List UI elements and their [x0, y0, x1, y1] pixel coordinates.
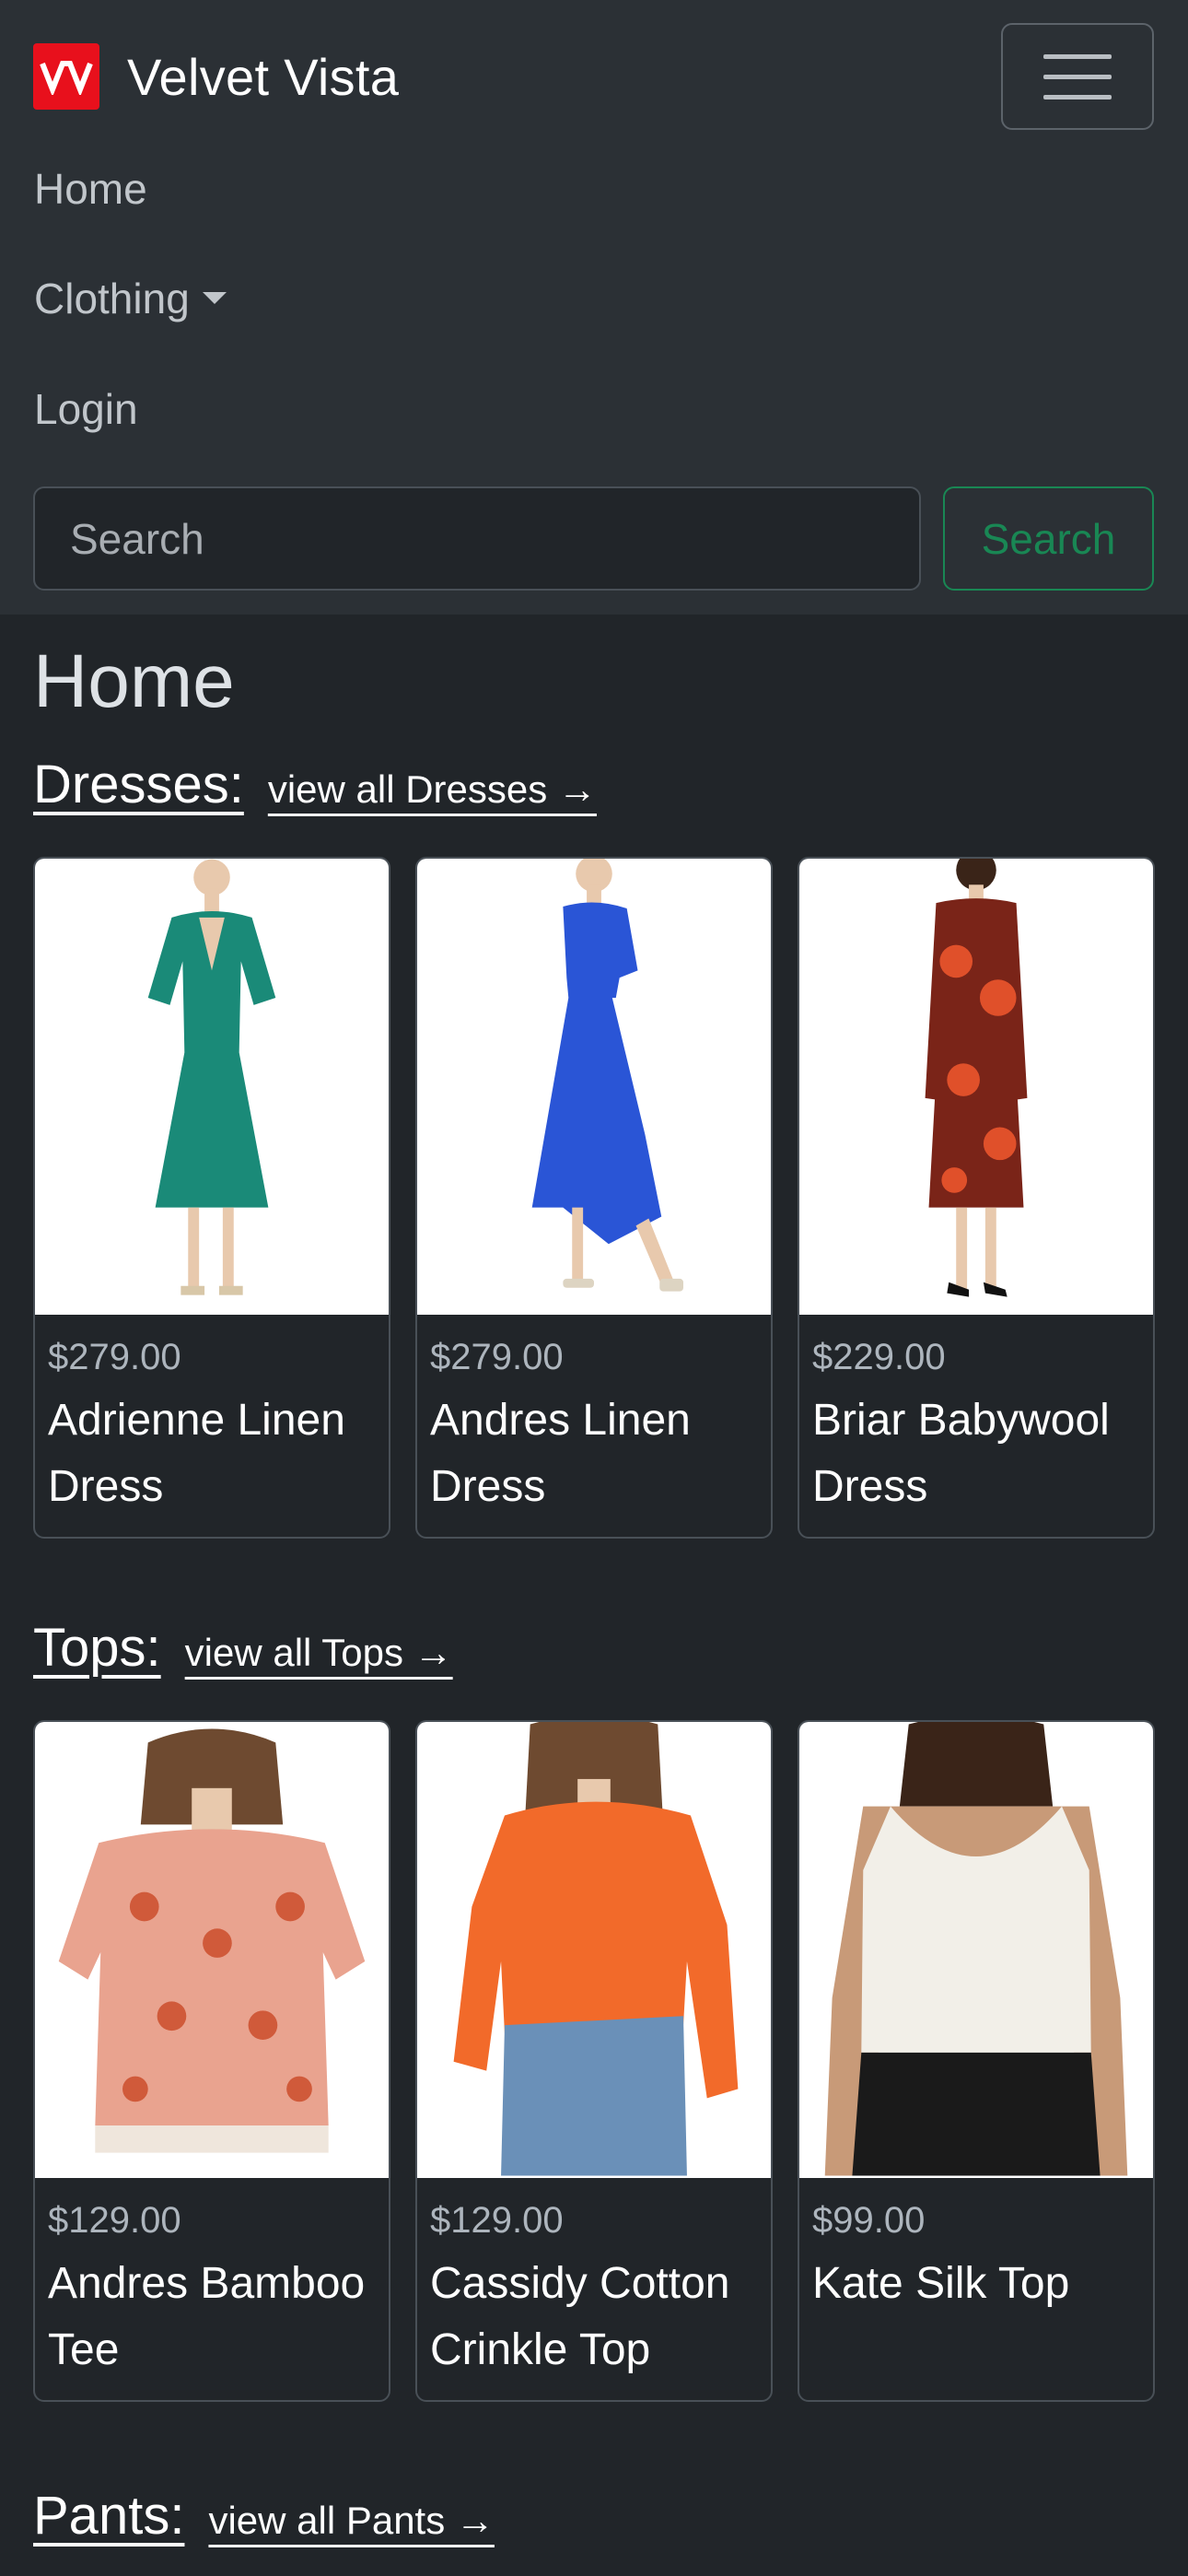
product-name: Briar Babywool Dress	[812, 1396, 1110, 1511]
product-card[interactable]: $279.00 Andres Linen Dress	[415, 857, 773, 1539]
product-price: $279.00	[430, 1337, 564, 1377]
product-name: Cassidy Cotton Crinkle Top	[430, 2259, 730, 2374]
nav-link-home[interactable]: Home	[34, 164, 147, 214]
section-title: Pants:	[33, 2486, 185, 2546]
caret-down-icon	[202, 292, 227, 305]
nav-link-login[interactable]: Login	[34, 384, 138, 434]
product-name: Adrienne Linen Dress	[48, 1396, 345, 1511]
brand[interactable]: Velvet Vista	[33, 43, 399, 110]
page-title: Home	[33, 639, 235, 723]
section-heading-dresses: Dresses: view all Dresses →	[33, 754, 597, 815]
product-card[interactable]: $129.00 Andres Bamboo Tee	[33, 1720, 390, 2402]
navbar-toggler-menu-icon[interactable]	[1001, 23, 1154, 130]
brand-logo-icon	[33, 43, 99, 110]
view-all-tops-link[interactable]: view all Tops →	[185, 1631, 453, 1675]
product-price: $129.00	[430, 2200, 564, 2241]
product-price: $229.00	[812, 1337, 946, 1377]
section-title: Dresses:	[33, 755, 244, 814]
section-title: Tops:	[33, 1618, 161, 1678]
nav-link-clothing-label: Clothing	[34, 275, 190, 322]
brand-name: Velvet Vista	[127, 47, 400, 106]
navbar: Velvet Vista Home Clothing Login Search	[0, 0, 1188, 615]
search-button[interactable]: Search	[943, 486, 1154, 591]
nav-link-clothing[interactable]: Clothing	[34, 274, 227, 323]
product-name: Andres Bamboo Tee	[48, 2259, 366, 2374]
product-image-green-dress	[35, 859, 389, 1315]
view-all-pants-link[interactable]: view all Pants →	[208, 2499, 494, 2543]
product-price: $129.00	[48, 2200, 181, 2241]
section-heading-tops: Tops: view all Tops →	[33, 1617, 453, 1679]
product-image-orange-blouse	[417, 1722, 771, 2178]
product-image-printed-tee	[35, 1722, 389, 2178]
view-all-dresses-link[interactable]: view all Dresses →	[268, 767, 597, 812]
product-name: Andres Linen Dress	[430, 1396, 691, 1511]
product-image-rose-print-dress	[799, 859, 1153, 1315]
product-price: $99.00	[812, 2200, 926, 2241]
product-image-blue-dress	[417, 859, 771, 1315]
product-grid-dresses: $279.00 Adrienne Linen Dress $279.00 And…	[33, 857, 1155, 1539]
product-image-silk-top	[799, 1722, 1153, 2178]
product-card[interactable]: $99.00 Kate Silk Top	[798, 1720, 1155, 2402]
product-grid-tops: $129.00 Andres Bamboo Tee $129.00 Cassid…	[33, 1720, 1155, 2402]
product-card[interactable]: $229.00 Briar Babywool Dress	[798, 857, 1155, 1539]
product-price: $279.00	[48, 1337, 181, 1377]
search-input[interactable]	[33, 486, 921, 591]
product-card[interactable]: $279.00 Adrienne Linen Dress	[33, 857, 390, 1539]
product-card[interactable]: $129.00 Cassidy Cotton Crinkle Top	[415, 1720, 773, 2402]
product-name: Kate Silk Top	[812, 2259, 1070, 2308]
section-heading-pants: Pants: view all Pants →	[33, 2485, 495, 2547]
